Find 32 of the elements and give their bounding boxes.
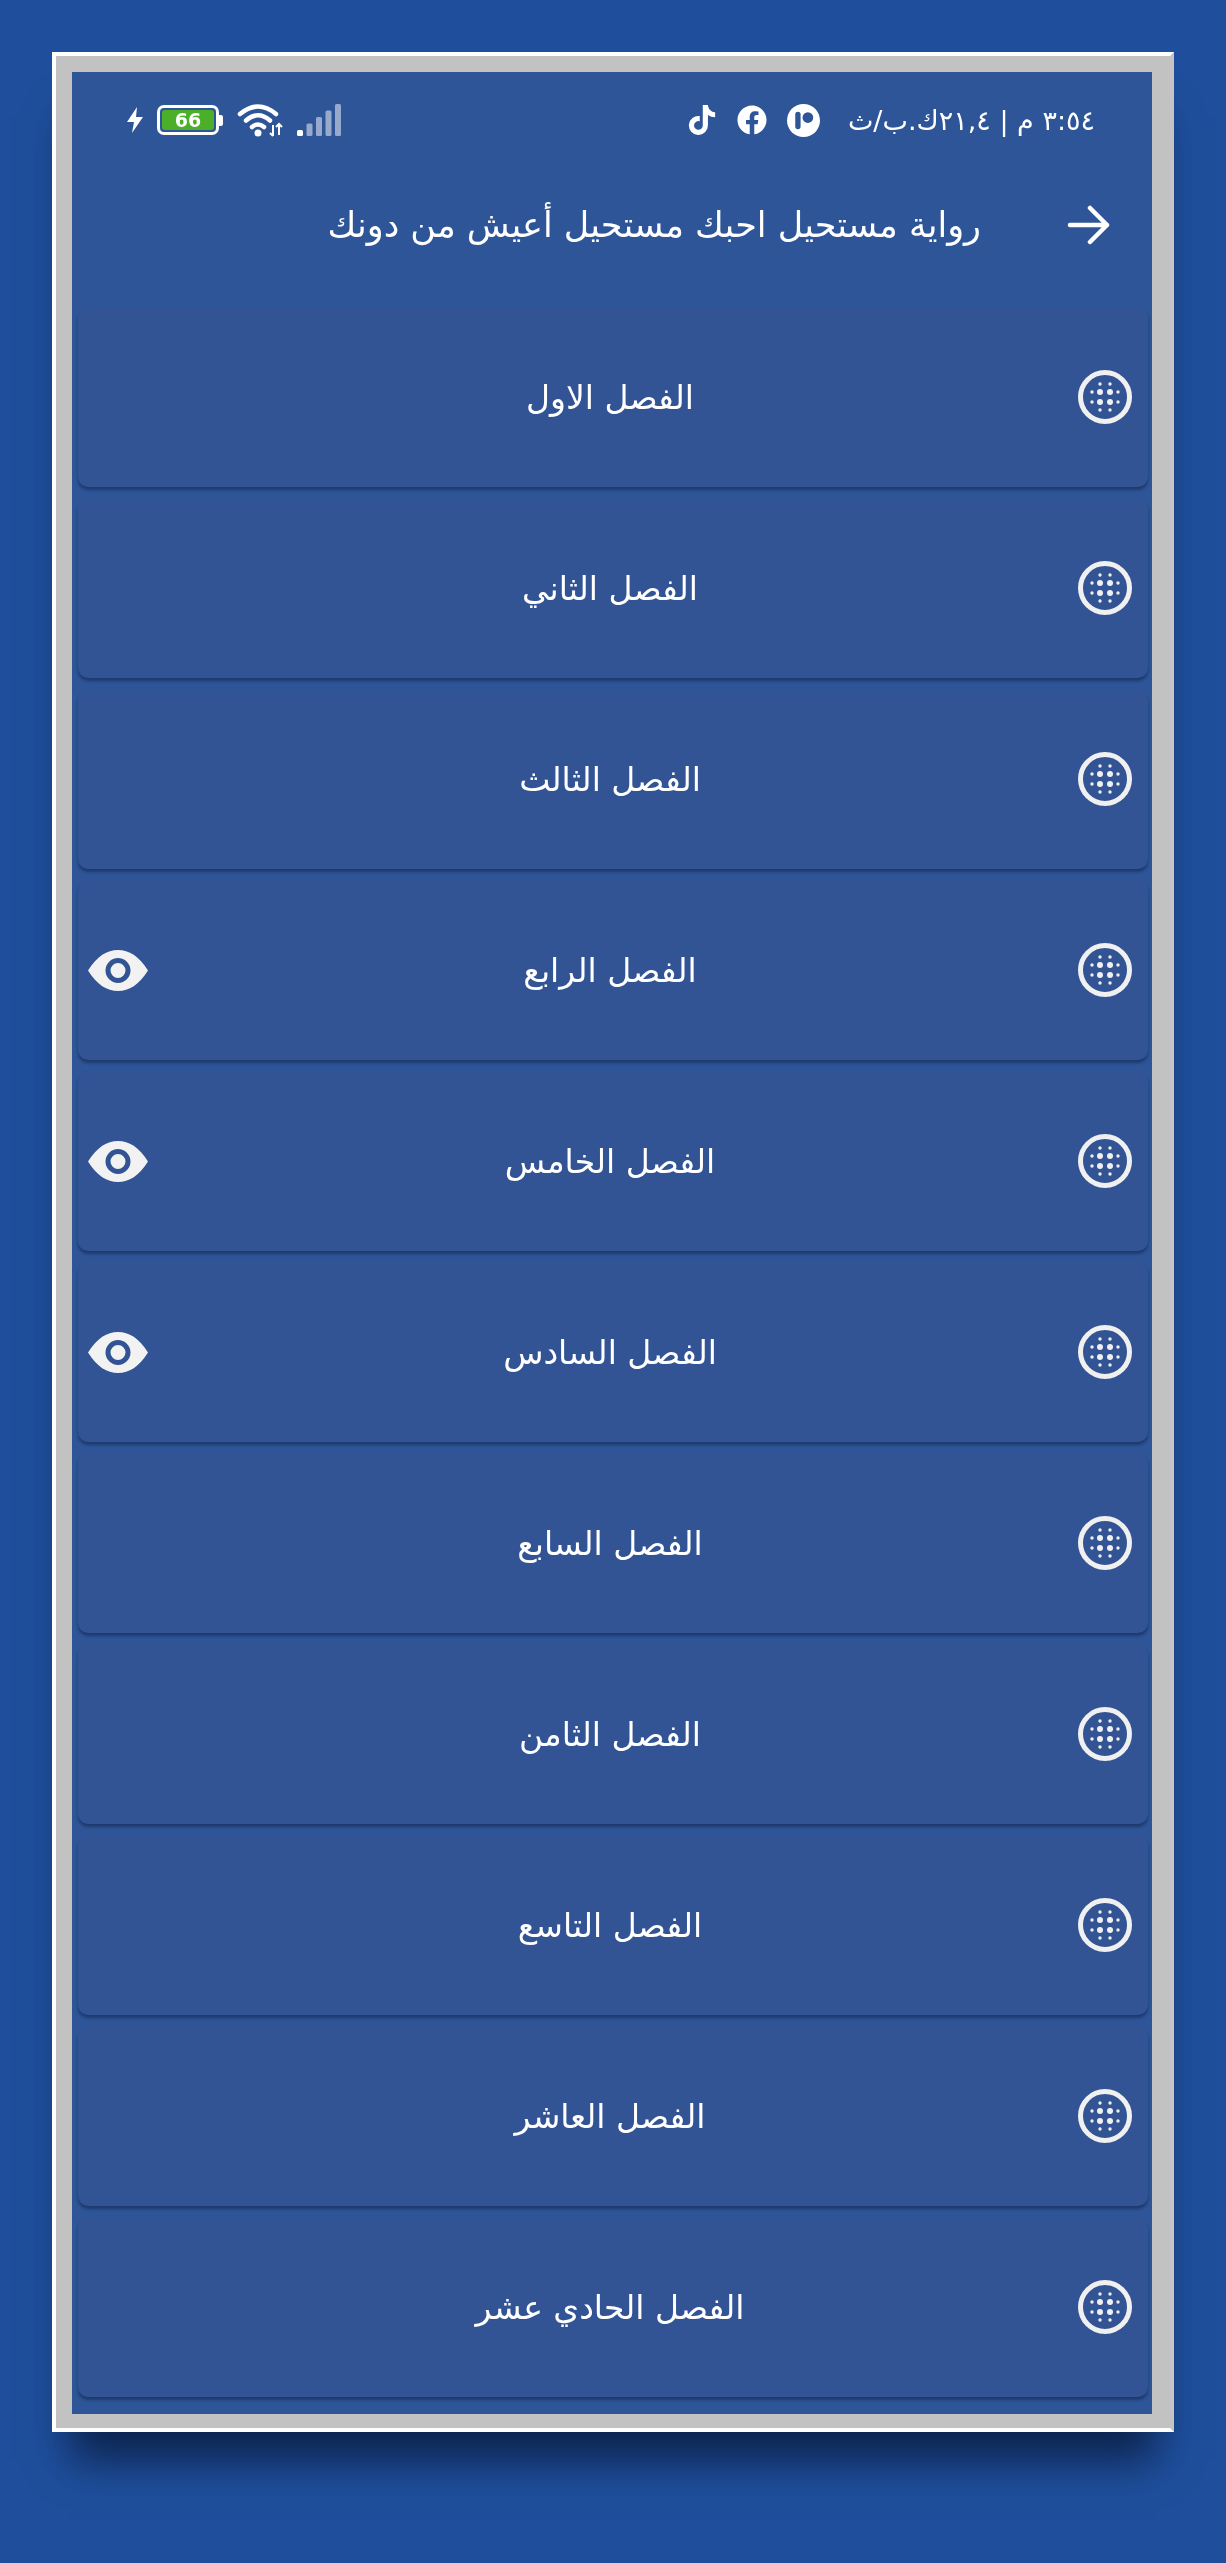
bolt-icon — [127, 107, 143, 133]
dotted-circle-icon — [1078, 2089, 1132, 2143]
dotted-circle-icon — [1078, 1707, 1132, 1761]
round-logo-icon — [786, 103, 820, 137]
dotted-circle-icon — [1078, 1325, 1132, 1379]
dotted-circle-icon — [1078, 1134, 1132, 1188]
tiktok-icon — [686, 105, 717, 135]
chapter-item[interactable]: الفصل التاسع — [78, 1835, 1148, 2015]
chapter-item[interactable]: الفصل السادس — [78, 1262, 1148, 1442]
back-button[interactable] — [1067, 205, 1111, 245]
chapter-item[interactable]: الفصل الثامن — [78, 1644, 1148, 1824]
facebook-icon — [736, 105, 767, 135]
dotted-circle-icon — [1078, 370, 1132, 424]
dotted-circle-icon — [1078, 561, 1132, 615]
chapter-item[interactable]: الفصل الثاني — [78, 498, 1148, 678]
dotted-circle-icon — [1078, 752, 1132, 806]
dotted-circle-icon — [1078, 943, 1132, 997]
chapter-item[interactable]: الفصل السابع — [78, 1453, 1148, 1633]
chapter-item[interactable]: الفصل الحادي عشر — [78, 2217, 1148, 2397]
status-time-text: ٣:٥٤ م | ٢١,٤ك.ب/ث — [847, 104, 1095, 136]
chapter-item[interactable]: الفصل الرابع — [78, 880, 1148, 1060]
dotted-circle-icon — [1078, 1898, 1132, 1952]
chapter-item[interactable]: الفصل العاشر — [78, 2026, 1148, 2206]
dotted-circle-icon — [1078, 2280, 1132, 2334]
wifi-icon — [237, 103, 283, 137]
signal-icon — [297, 104, 343, 136]
chapter-item[interactable]: الفصل الثالث — [78, 689, 1148, 869]
chapter-item[interactable]: الفصل الاول — [78, 307, 1148, 487]
arrow-right-icon — [1067, 205, 1111, 245]
chapter-item[interactable]: الفصل الخامس — [78, 1071, 1148, 1251]
battery-indicator: 66 — [157, 105, 223, 135]
dotted-circle-icon — [1078, 1516, 1132, 1570]
